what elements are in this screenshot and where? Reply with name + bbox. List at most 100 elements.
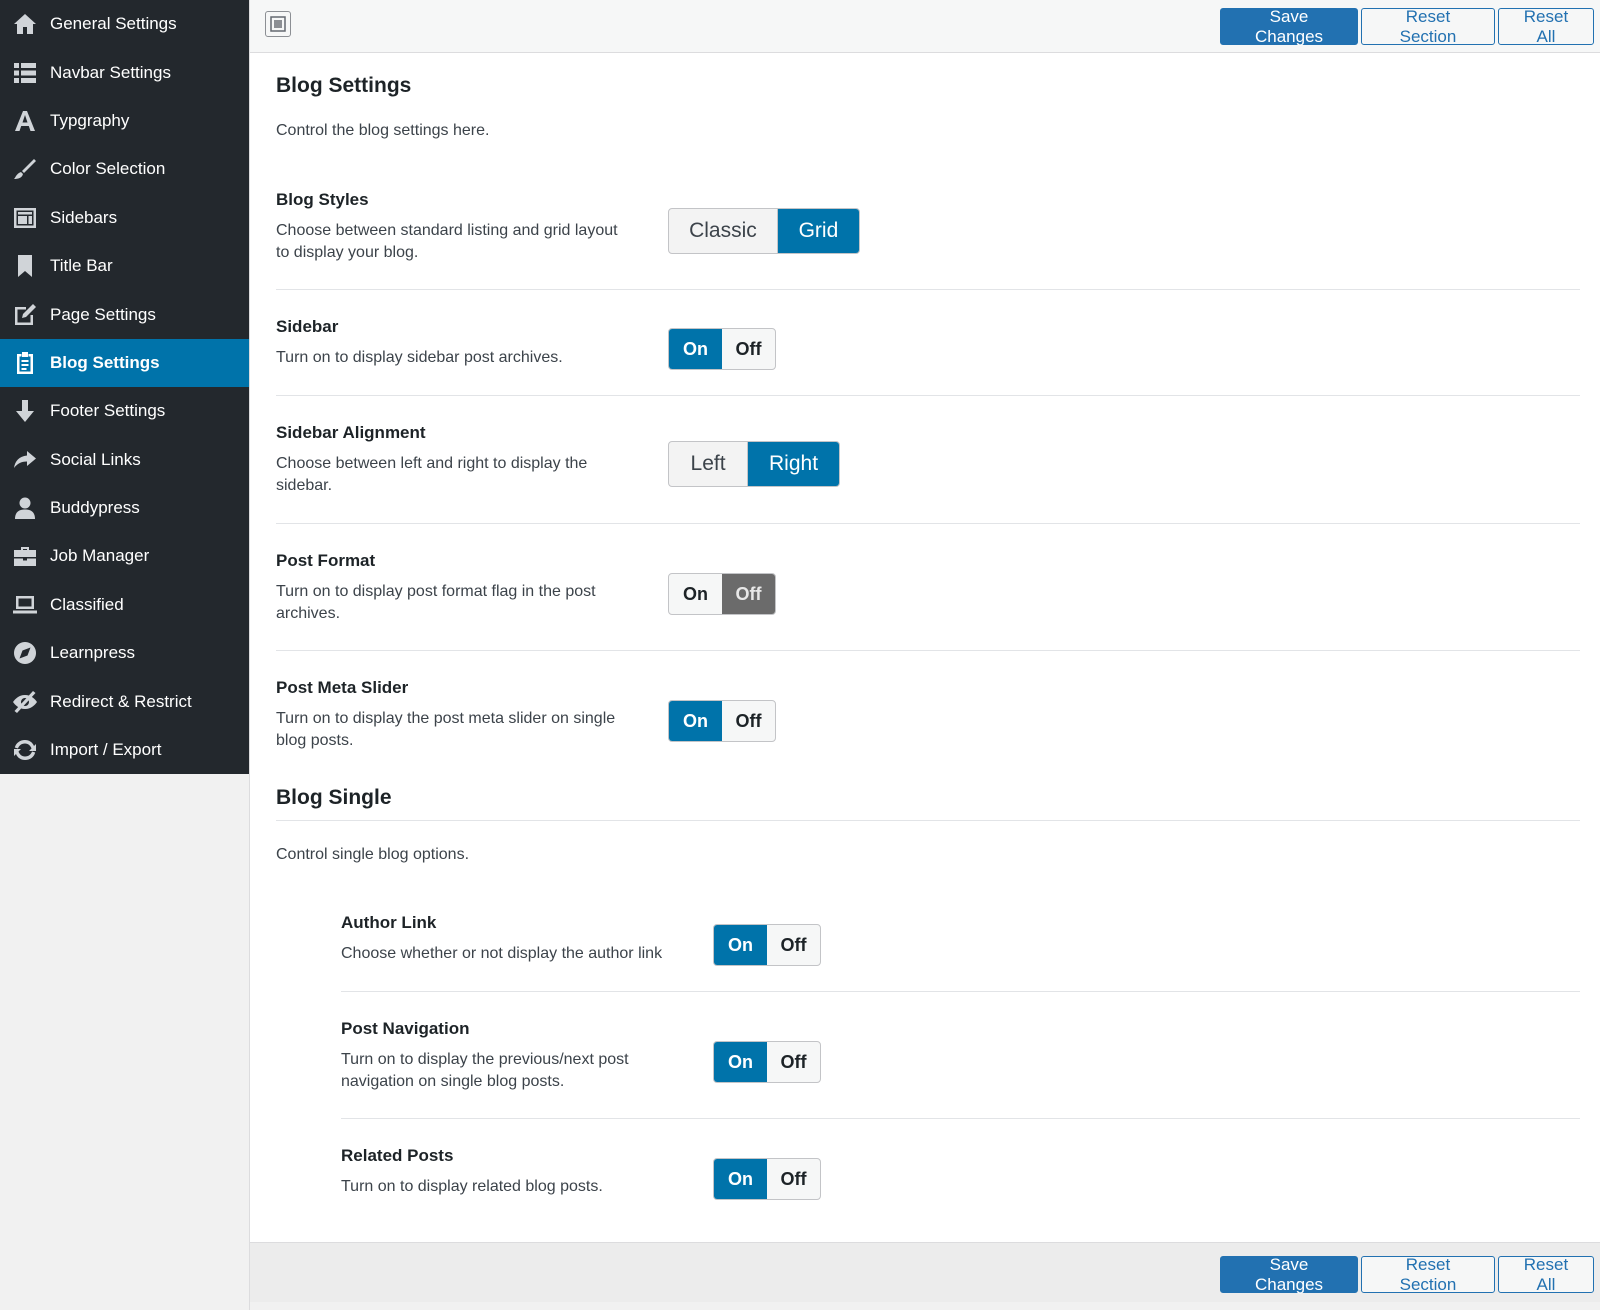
sidebar-item-label: Learnpress	[50, 643, 136, 663]
desc-line: archives.	[276, 605, 341, 622]
user-icon	[12, 495, 38, 521]
divider	[276, 650, 1580, 651]
desc-line: Turn on to display the post meta slider …	[276, 710, 616, 727]
section-description: Control the blog settings here.	[276, 122, 490, 139]
sidebar-item-classified[interactable]: Classified	[0, 581, 249, 629]
desc-line: Turn on to display sidebar post archives…	[276, 349, 563, 366]
post-navigation-description: Turn on to display the previous/next pos…	[341, 1049, 629, 1093]
post-meta-slider-title: Post Meta Slider	[276, 678, 409, 697]
blog-styles-description: Choose between standard listing and grid…	[276, 220, 618, 264]
page-title: Blog Settings	[276, 74, 412, 97]
sidebar-alignment-description: Choose between left and right to display…	[276, 453, 587, 497]
reset-all-button[interactable]: Reset All	[1498, 1255, 1594, 1294]
divider	[341, 991, 1580, 992]
desc-line: blog posts.	[276, 732, 354, 749]
expand-toggle-button[interactable]	[265, 11, 291, 37]
blog-style-classic-option[interactable]: Classic	[669, 209, 777, 253]
sidebar-item-footer-settings[interactable]: Footer Settings	[0, 387, 249, 435]
save-changes-button[interactable]: Save Changes	[1220, 1255, 1358, 1294]
alignment-right-option[interactable]: Right	[747, 442, 839, 486]
save-changes-button[interactable]: Save Changes	[1220, 7, 1358, 46]
author-link-switch: On Off	[713, 924, 821, 966]
switch-off-option[interactable]: Off	[722, 329, 775, 369]
bookmark-icon	[12, 253, 38, 279]
switch-off-option[interactable]: Off	[722, 701, 775, 741]
desc-line: Turn on to display the previous/next pos…	[341, 1051, 629, 1068]
sidebar-option-description: Turn on to display sidebar post archives…	[276, 347, 563, 369]
sidebar-item-label: Page Settings	[50, 304, 156, 324]
desc-line: Choose between left and right to display…	[276, 455, 588, 472]
list-icon	[12, 60, 38, 86]
blog-single-title: Blog Single	[276, 786, 392, 809]
settings-panel: Blog Settings Control the blog settings …	[250, 53, 1600, 1242]
post-navigation-switch: On Off	[713, 1041, 821, 1083]
bottom-toolbar: Save Changes Reset Section Reset All	[250, 1242, 1600, 1302]
switch-on-option[interactable]: On	[669, 329, 722, 369]
switch-off-option[interactable]: Off	[767, 1159, 820, 1199]
sidebar: General Settings Navbar Settings Typgrap…	[0, 0, 250, 1310]
sidebar-item-blog-settings[interactable]: Blog Settings	[0, 338, 249, 388]
sidebar-item-general-settings[interactable]: General Settings	[0, 0, 249, 48]
switch-on-option[interactable]: On	[669, 701, 722, 741]
reset-section-button[interactable]: Reset Section	[1361, 1255, 1495, 1294]
sidebar-item-title-bar[interactable]: Title Bar	[0, 242, 249, 290]
font-icon	[12, 108, 38, 134]
sidebar-item-label: Blog Settings	[50, 352, 160, 372]
sidebar-item-label: Social Links	[50, 449, 141, 469]
edit-icon	[12, 302, 38, 328]
switch-off-option[interactable]: Off	[767, 925, 820, 965]
sidebar-item-sidebars[interactable]: Sidebars	[0, 194, 249, 242]
sidebar-item-navbar-settings[interactable]: Navbar Settings	[0, 48, 249, 96]
post-meta-slider-description: Turn on to display the post meta slider …	[276, 708, 615, 752]
briefcase-icon	[12, 543, 38, 569]
sidebar-item-redirect-restrict[interactable]: Redirect & Restrict	[0, 677, 249, 725]
sidebar-item-label: Job Manager	[50, 546, 150, 566]
sidebar-menu: General Settings Navbar Settings Typgrap…	[0, 0, 249, 775]
switch-on-option[interactable]: On	[714, 925, 767, 965]
top-toolbar: Save Changes Reset Section Reset All	[250, 0, 1600, 53]
sidebar-item-buddypress[interactable]: Buddypress	[0, 484, 249, 532]
divider	[341, 1118, 1580, 1119]
switch-off-option[interactable]: Off	[767, 1042, 820, 1082]
sidebar-item-import-export[interactable]: Import / Export	[0, 726, 249, 774]
author-link-title: Author Link	[341, 913, 437, 932]
desc-line: Choose whether or not display the author…	[341, 945, 663, 962]
panel-icon	[270, 16, 286, 32]
sidebar-alignment-buttonset: Left Right	[668, 441, 840, 487]
sidebar-item-color-selection[interactable]: Color Selection	[0, 145, 249, 193]
reset-all-button[interactable]: Reset All	[1498, 7, 1594, 46]
reset-section-button[interactable]: Reset Section	[1361, 7, 1495, 46]
sidebar-item-label: Sidebars	[50, 207, 118, 227]
divider	[276, 523, 1580, 524]
refresh-icon	[12, 737, 38, 763]
sidebar-item-label: Color Selection	[50, 159, 166, 179]
post-navigation-title: Post Navigation	[341, 1019, 470, 1038]
sidebar-item-social-links[interactable]: Social Links	[0, 436, 249, 484]
switch-on-option[interactable]: On	[714, 1042, 767, 1082]
blog-style-grid-option[interactable]: Grid	[776, 209, 859, 253]
hidden-icon	[12, 689, 38, 715]
sidebar-item-page-settings[interactable]: Page Settings	[0, 290, 249, 338]
sidebar-item-label: Buddypress	[50, 498, 140, 518]
compass-icon	[12, 640, 38, 666]
sidebar-item-typography[interactable]: Typgraphy	[0, 97, 249, 145]
related-posts-title: Related Posts	[341, 1146, 454, 1165]
sidebar-item-label: Footer Settings	[50, 401, 166, 421]
sidebar-item-label: Redirect & Restrict	[50, 691, 192, 711]
layout-icon	[12, 205, 38, 231]
sidebar-item-label: Classified	[50, 594, 124, 614]
desc-line: Turn on to display related blog posts.	[341, 1178, 603, 1195]
switch-on-option[interactable]: On	[714, 1159, 767, 1199]
arrow-down-icon	[12, 398, 38, 424]
alignment-left-option[interactable]: Left	[669, 442, 747, 486]
bottom-button-group: Save Changes Reset Section Reset All	[1220, 1255, 1594, 1294]
sidebar-option-title: Sidebar	[276, 317, 339, 336]
sidebar-item-learnpress[interactable]: Learnpress	[0, 629, 249, 677]
switch-off-option[interactable]: Off	[722, 574, 775, 614]
divider	[276, 395, 1580, 396]
related-posts-switch: On Off	[713, 1158, 821, 1200]
switch-on-option[interactable]: On	[669, 574, 722, 614]
sidebar-item-label: Typgraphy	[50, 110, 130, 130]
sidebar-item-job-manager[interactable]: Job Manager	[0, 532, 249, 580]
desc-line: Turn on to display post format flag in t…	[276, 583, 596, 600]
